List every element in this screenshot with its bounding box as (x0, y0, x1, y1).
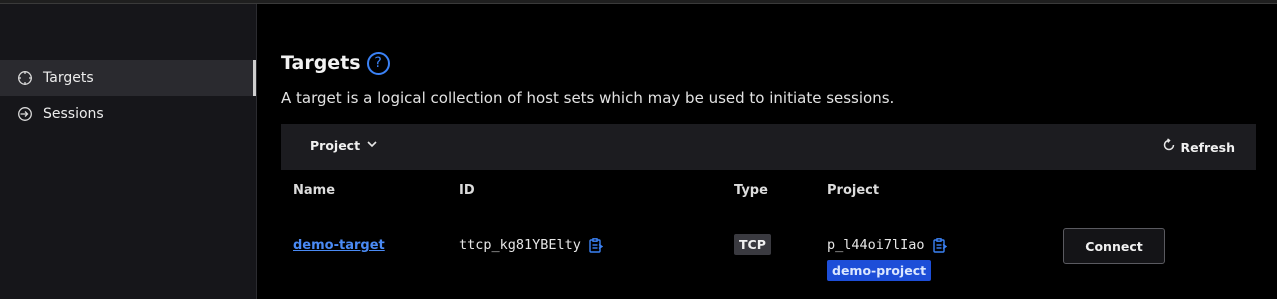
page-description: A target is a logical collection of host… (281, 89, 895, 107)
page-title: Targets (281, 52, 361, 74)
connect-button[interactable]: Connect (1063, 228, 1165, 264)
target-name-link[interactable]: demo-target (293, 238, 385, 253)
sidebar-item-label: Targets (43, 70, 94, 86)
crosshair-icon (17, 70, 33, 86)
page-header: Targets ? (281, 49, 390, 77)
chevron-down-icon (367, 140, 377, 151)
column-header-project: Project (827, 183, 880, 198)
project-name-badge: demo-project (827, 260, 932, 281)
column-header-name: Name (293, 183, 336, 198)
target-id: ttcp_kg81YBElty (459, 237, 581, 253)
copy-icon[interactable] (589, 238, 604, 253)
sidebar-item-targets[interactable]: Targets (0, 60, 256, 96)
main-content: Targets ? A target is a logical collecti… (281, 4, 1256, 299)
project-filter-dropdown[interactable]: Project (310, 138, 377, 153)
copy-icon[interactable] (932, 238, 947, 253)
target-id-cell: ttcp_kg81YBElty (459, 237, 604, 253)
sign-in-icon (17, 106, 33, 122)
column-header-id: ID (459, 183, 475, 198)
project-filter-label: Project (310, 138, 361, 153)
sidebar-item-sessions[interactable]: Sessions (0, 96, 256, 132)
refresh-label: Refresh (1180, 139, 1235, 155)
sidebar-item-label: Sessions (43, 106, 104, 122)
project-id: p_l44oi7lIao (827, 237, 925, 253)
sidebar: Targets Sessions (0, 4, 257, 299)
project-id-cell: p_l44oi7lIao (827, 237, 947, 253)
toolbar: Project Refresh (281, 124, 1256, 170)
column-header-type: Type (734, 183, 768, 198)
help-icon[interactable]: ? (366, 51, 390, 75)
refresh-button[interactable]: Refresh (1162, 138, 1235, 156)
refresh-icon (1162, 138, 1176, 156)
type-badge: TCP (734, 234, 771, 255)
